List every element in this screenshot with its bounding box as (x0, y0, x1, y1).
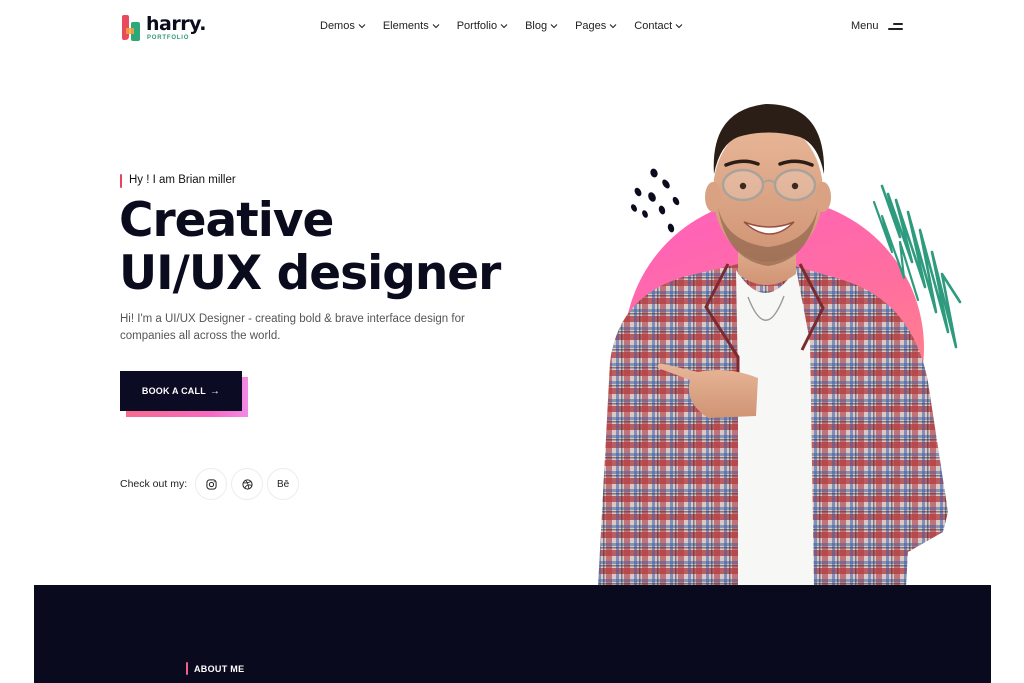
chevron-down-icon (500, 24, 508, 29)
menu-label: Menu (851, 20, 879, 32)
social-label: Check out my: (120, 478, 188, 490)
chevron-down-icon (358, 24, 366, 29)
book-call-wrapper: BOOK A CALL → (120, 371, 248, 417)
arrow-right-icon: → (209, 385, 221, 397)
nav-item-blog[interactable]: Blog (525, 20, 558, 32)
hamburger-icon (887, 21, 903, 31)
nav-item-demos[interactable]: Demos (320, 20, 366, 32)
chevron-down-icon (550, 24, 558, 29)
hero-visual (580, 82, 980, 587)
nav-item-contact[interactable]: Contact (634, 20, 683, 32)
nav-item-label: Demos (320, 20, 355, 32)
chevron-down-icon (609, 24, 617, 29)
brand-logo[interactable]: harry. PORTFOLIO (120, 13, 210, 44)
chevron-down-icon (675, 24, 683, 29)
about-label: ABOUT ME (186, 662, 244, 675)
brand-name: harry. (146, 13, 206, 35)
logo-mark-icon (122, 15, 140, 41)
dribbble-link[interactable] (231, 468, 264, 500)
hero-title: Creative UI/UX designer (119, 193, 501, 301)
nav-item-label: Elements (382, 20, 429, 32)
hero-description: Hi! I'm a UI/UX Designer - creating bold… (120, 313, 465, 342)
behance-link[interactable]: Bē (267, 468, 300, 500)
book-call-label: BOOK A CALL (141, 386, 206, 396)
social-links: Check out my: Bē (120, 468, 303, 500)
nav-item-label: Contact (634, 20, 673, 32)
chevron-down-icon (432, 24, 440, 29)
about-section: ABOUT ME (34, 585, 991, 683)
hero-subtitle: Hy ! I am Brian miller (120, 174, 236, 188)
nav-item-pages[interactable]: Pages (575, 20, 617, 32)
instagram-icon (206, 478, 217, 490)
book-call-button[interactable]: BOOK A CALL → (120, 371, 242, 411)
hero-portrait (598, 104, 948, 587)
site-header: harry. PORTFOLIO Demos Elements Portfoli… (0, 0, 1024, 58)
hero-title-line-2: UI/UX designer (119, 246, 501, 301)
hero-title-line-1: Creative (119, 193, 334, 248)
brand-subtitle: PORTFOLIO (147, 35, 190, 41)
instagram-link[interactable] (195, 468, 228, 500)
nav-item-label: Portfolio (456, 20, 498, 32)
nav-item-portfolio[interactable]: Portfolio (457, 20, 508, 32)
main-nav: Demos Elements Portfolio Blog Pages Cont… (320, 20, 700, 32)
menu-button[interactable]: Menu (851, 20, 903, 32)
nav-item-elements[interactable]: Elements (383, 20, 440, 32)
nav-item-label: Pages (575, 20, 607, 32)
behance-icon: Bē (276, 478, 290, 490)
nav-item-label: Blog (525, 20, 548, 32)
dribbble-icon (242, 478, 253, 490)
